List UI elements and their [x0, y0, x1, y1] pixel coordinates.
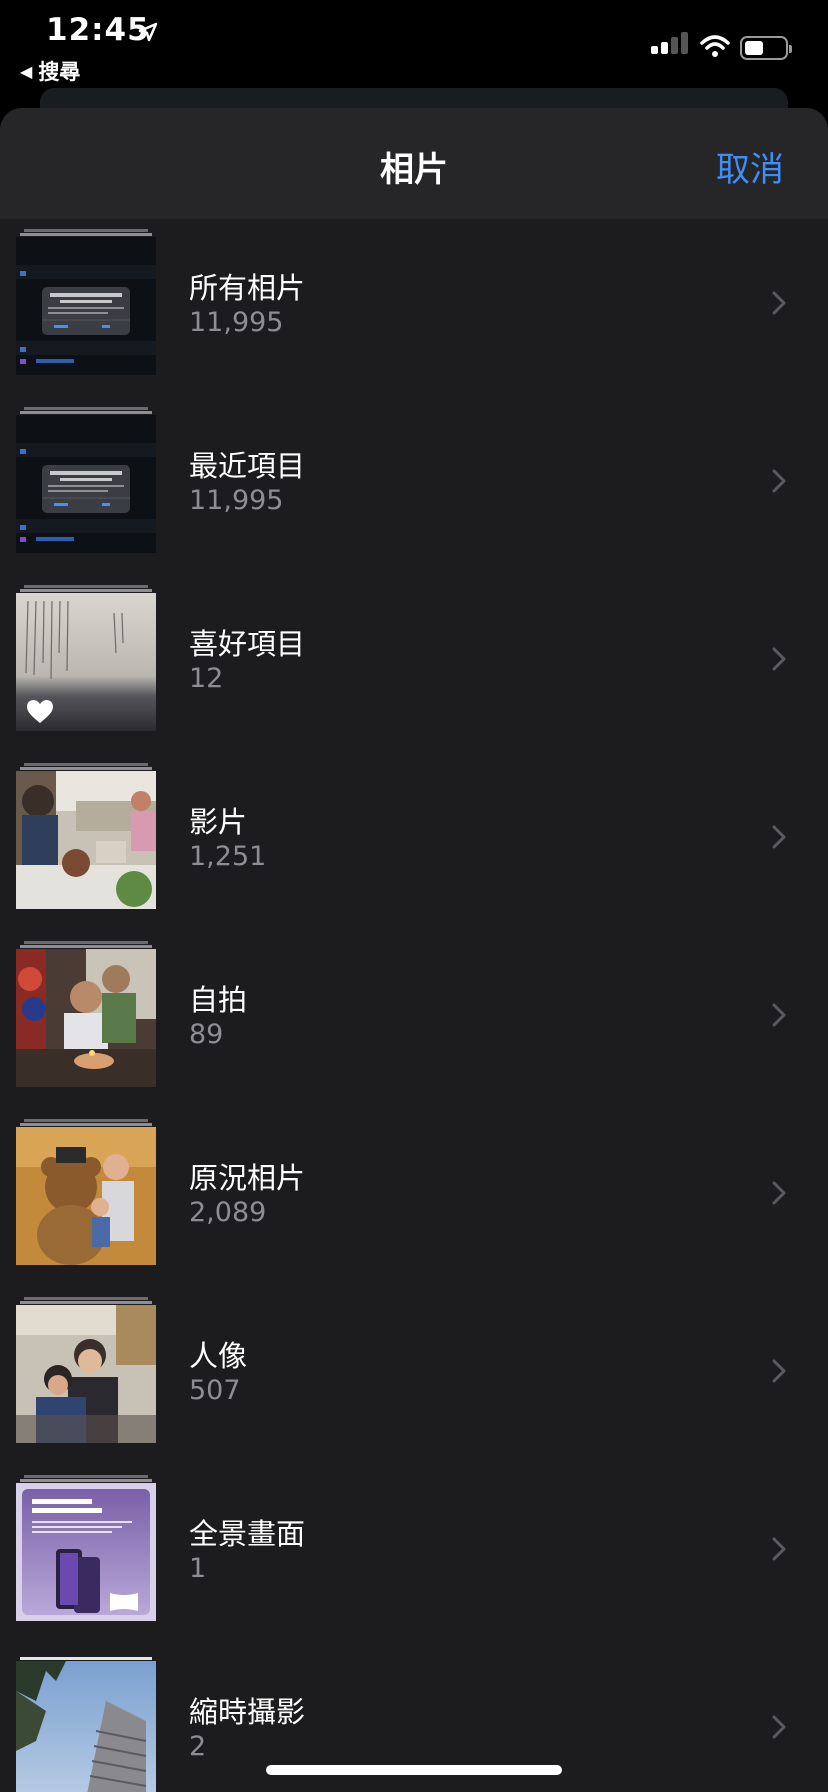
album-title: 全景畫面	[189, 1517, 306, 1551]
heart-icon	[27, 700, 53, 723]
album-thumbnail	[16, 761, 156, 909]
album-picker-sheet: 相片 取消 所有相片 11,995 最近項目 11,995 喜好項目 12 影片…	[0, 108, 828, 1792]
album-count: 1	[189, 1553, 207, 1584]
navigation-bar: 相片 取消	[0, 108, 828, 219]
album-count: 11,995	[189, 307, 284, 338]
panorama-icon	[110, 1593, 138, 1611]
album-row-favorites[interactable]: 喜好項目 12	[0, 583, 828, 761]
album-thumbnail	[16, 405, 156, 553]
wifi-icon	[700, 35, 730, 57]
album-title: 影片	[189, 805, 248, 839]
album-count: 12	[189, 663, 224, 694]
album-row-recents[interactable]: 最近項目 11,995	[0, 405, 828, 583]
cellular-signal-icon	[651, 32, 688, 54]
album-title: 原況相片	[189, 1161, 306, 1195]
chevron-right-icon	[772, 647, 786, 671]
page-title: 相片	[380, 150, 448, 190]
album-count: 1,251	[189, 841, 267, 872]
album-title: 自拍	[189, 983, 248, 1017]
back-app-label: 搜尋	[38, 60, 81, 84]
battery-icon	[740, 36, 792, 60]
album-thumbnail	[16, 583, 156, 731]
home-indicator[interactable]	[266, 1765, 562, 1775]
album-count: 11,995	[189, 485, 284, 516]
album-row-all-photos[interactable]: 所有相片 11,995	[0, 227, 828, 405]
chevron-right-icon	[772, 291, 786, 315]
album-title: 最近項目	[189, 449, 306, 483]
album-row-videos[interactable]: 影片 1,251	[0, 761, 828, 939]
cancel-button[interactable]: 取消	[716, 142, 784, 191]
album-title: 縮時攝影	[189, 1695, 306, 1729]
chevron-right-icon	[772, 1181, 786, 1205]
album-title: 喜好項目	[189, 627, 306, 661]
album-count: 2	[189, 1731, 207, 1762]
album-count: 89	[189, 1019, 224, 1050]
album-count: 2,089	[189, 1197, 267, 1228]
album-row-live-photos[interactable]: 原況相片 2,089	[0, 1117, 828, 1295]
album-list: 所有相片 11,995 最近項目 11,995 喜好項目 12 影片 1,251…	[0, 227, 828, 1792]
back-to-app-button[interactable]: ◀ 搜尋	[20, 56, 80, 86]
chevron-right-icon	[772, 825, 786, 849]
chevron-right-icon	[772, 469, 786, 493]
status-bar: 12:45 ◀ 搜尋	[0, 0, 828, 100]
chevron-right-icon	[772, 1359, 786, 1383]
album-count: 507	[189, 1375, 241, 1406]
chevron-right-icon	[772, 1715, 786, 1739]
chevron-right-icon	[772, 1537, 786, 1561]
back-triangle-icon: ◀	[20, 61, 33, 81]
status-time: 12:45	[46, 12, 150, 48]
album-thumbnail	[16, 1473, 156, 1621]
album-title: 所有相片	[189, 271, 306, 305]
album-title: 人像	[189, 1339, 248, 1373]
album-row-selfies[interactable]: 自拍 89	[0, 939, 828, 1117]
album-thumbnail	[16, 1651, 156, 1792]
album-thumbnail	[16, 227, 156, 375]
album-thumbnail	[16, 1117, 156, 1265]
location-arrow-icon	[138, 22, 158, 42]
album-thumbnail	[16, 1295, 156, 1443]
album-row-panoramas[interactable]: 全景畫面 1	[0, 1473, 828, 1651]
album-row-portraits[interactable]: 人像 507	[0, 1295, 828, 1473]
chevron-right-icon	[772, 1003, 786, 1027]
album-thumbnail	[16, 939, 156, 1087]
